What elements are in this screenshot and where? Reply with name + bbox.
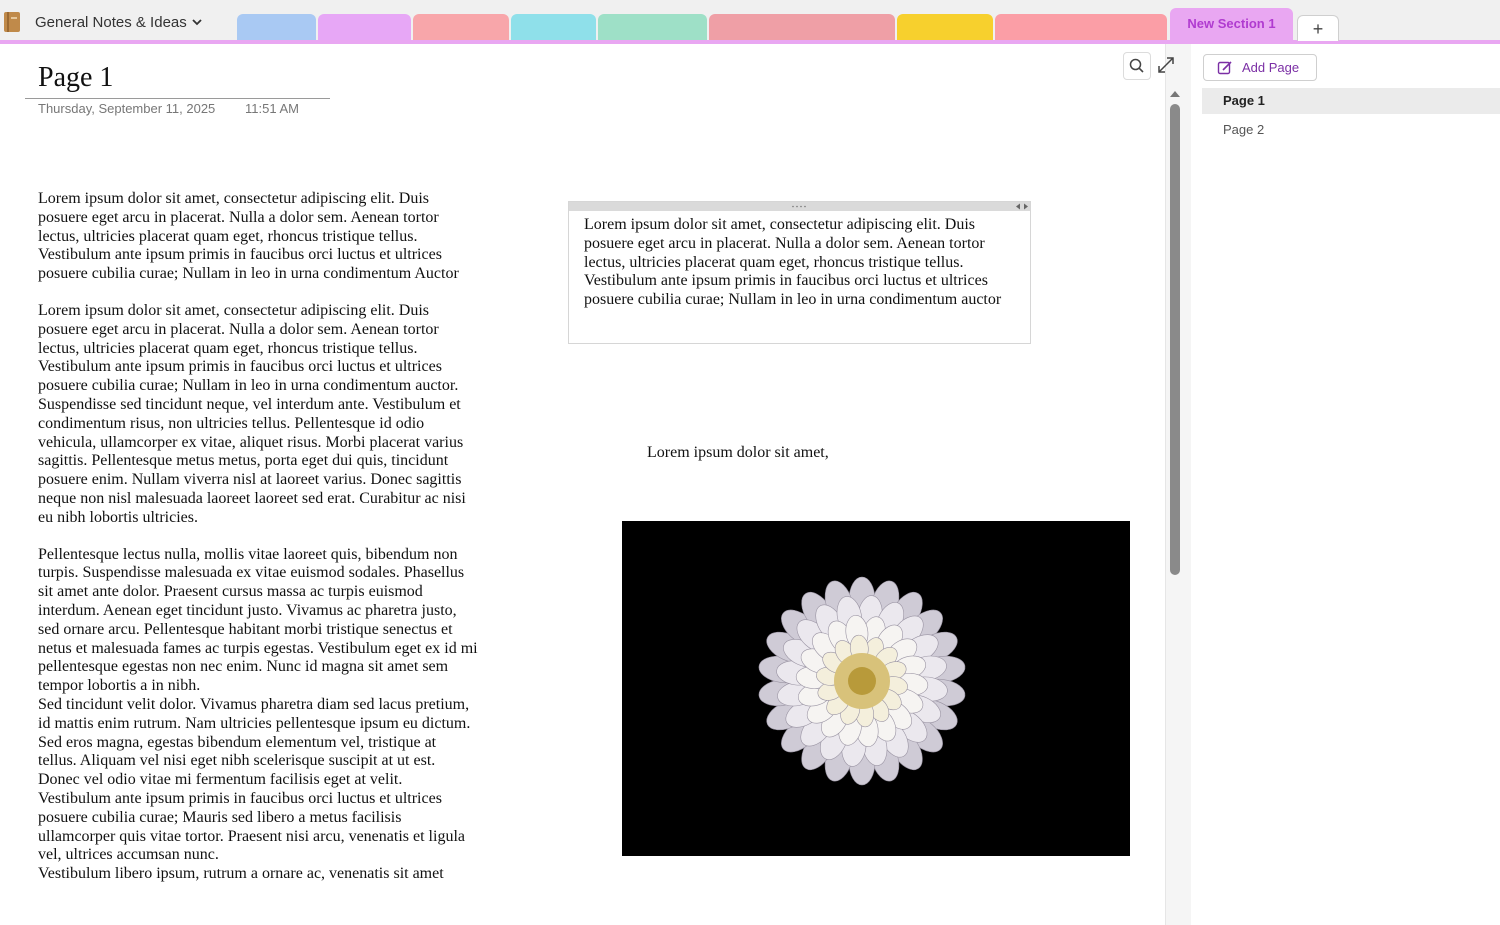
search-button[interactable]: [1123, 52, 1151, 80]
section-tab-3[interactable]: [413, 14, 509, 40]
page-list-item-page-1[interactable]: Page 1: [1202, 88, 1500, 114]
page-list-label: Page 2: [1223, 122, 1265, 137]
notebook-title[interactable]: General Notes & Ideas: [35, 14, 187, 31]
page-date: Thursday, September 11, 2025: [38, 101, 216, 116]
page-time: 11:51 AM: [245, 101, 299, 116]
drag-dots-icon: [792, 205, 806, 208]
flower-illustration: [622, 521, 1130, 856]
note-paragraph[interactable]: Lorem ipsum dolor sit amet, consectetur …: [584, 216, 1024, 310]
section-tab-new-section-1[interactable]: New Section 1: [1170, 8, 1293, 40]
section-tab-1[interactable]: [237, 14, 316, 40]
scrollbar-thumb[interactable]: [1170, 104, 1180, 575]
note-container-selected[interactable]: Lorem ipsum dolor sit amet, consectetur …: [568, 201, 1031, 344]
add-page-button[interactable]: Add Page: [1203, 54, 1317, 81]
expand-icon: [1158, 57, 1174, 73]
add-page-icon: [1217, 61, 1232, 75]
section-tab-2[interactable]: [318, 14, 411, 40]
note-paragraph[interactable]: Vestibulum libero ipsum, rutrum a ornare…: [38, 865, 478, 884]
note-paragraph[interactable]: Lorem ipsum dolor sit amet, consectetur …: [38, 190, 478, 284]
section-tab-5[interactable]: [598, 14, 707, 40]
section-tab-8[interactable]: [995, 14, 1167, 40]
add-page-label: Add Page: [1242, 60, 1300, 75]
section-tab-6[interactable]: [709, 14, 895, 40]
note-line[interactable]: Lorem ipsum dolor sit amet,: [647, 444, 829, 463]
search-icon: [1129, 58, 1144, 73]
add-section-button[interactable]: +: [1297, 15, 1339, 41]
dahlia-image[interactable]: [622, 521, 1130, 856]
expand-button[interactable]: [1153, 52, 1179, 78]
page-title[interactable]: Page 1: [38, 62, 113, 94]
page-list-label: Page 1: [1223, 93, 1265, 108]
note-paragraph[interactable]: Pellentesque lectus nulla, mollis vitae …: [38, 546, 478, 696]
section-tab-7[interactable]: [897, 14, 993, 40]
notebook-icon[interactable]: [4, 12, 20, 32]
pages-pane: [1191, 44, 1500, 925]
chevron-down-icon[interactable]: [190, 15, 204, 29]
note-paragraph[interactable]: Sed tincidunt velit dolor. Vivamus phare…: [38, 696, 478, 865]
container-drag-handle[interactable]: [569, 202, 1030, 211]
note-paragraph[interactable]: Lorem ipsum dolor sit amet, consectetur …: [38, 302, 478, 528]
note-container-left[interactable]: Lorem ipsum dolor sit amet, consectetur …: [38, 190, 478, 884]
title-divider: [25, 98, 330, 99]
section-tab-4[interactable]: [511, 14, 596, 40]
resize-arrows-icon[interactable]: [1016, 203, 1028, 210]
arrow-up-icon[interactable]: [1169, 88, 1181, 100]
page-list-item-page-2[interactable]: Page 2: [1202, 117, 1500, 143]
